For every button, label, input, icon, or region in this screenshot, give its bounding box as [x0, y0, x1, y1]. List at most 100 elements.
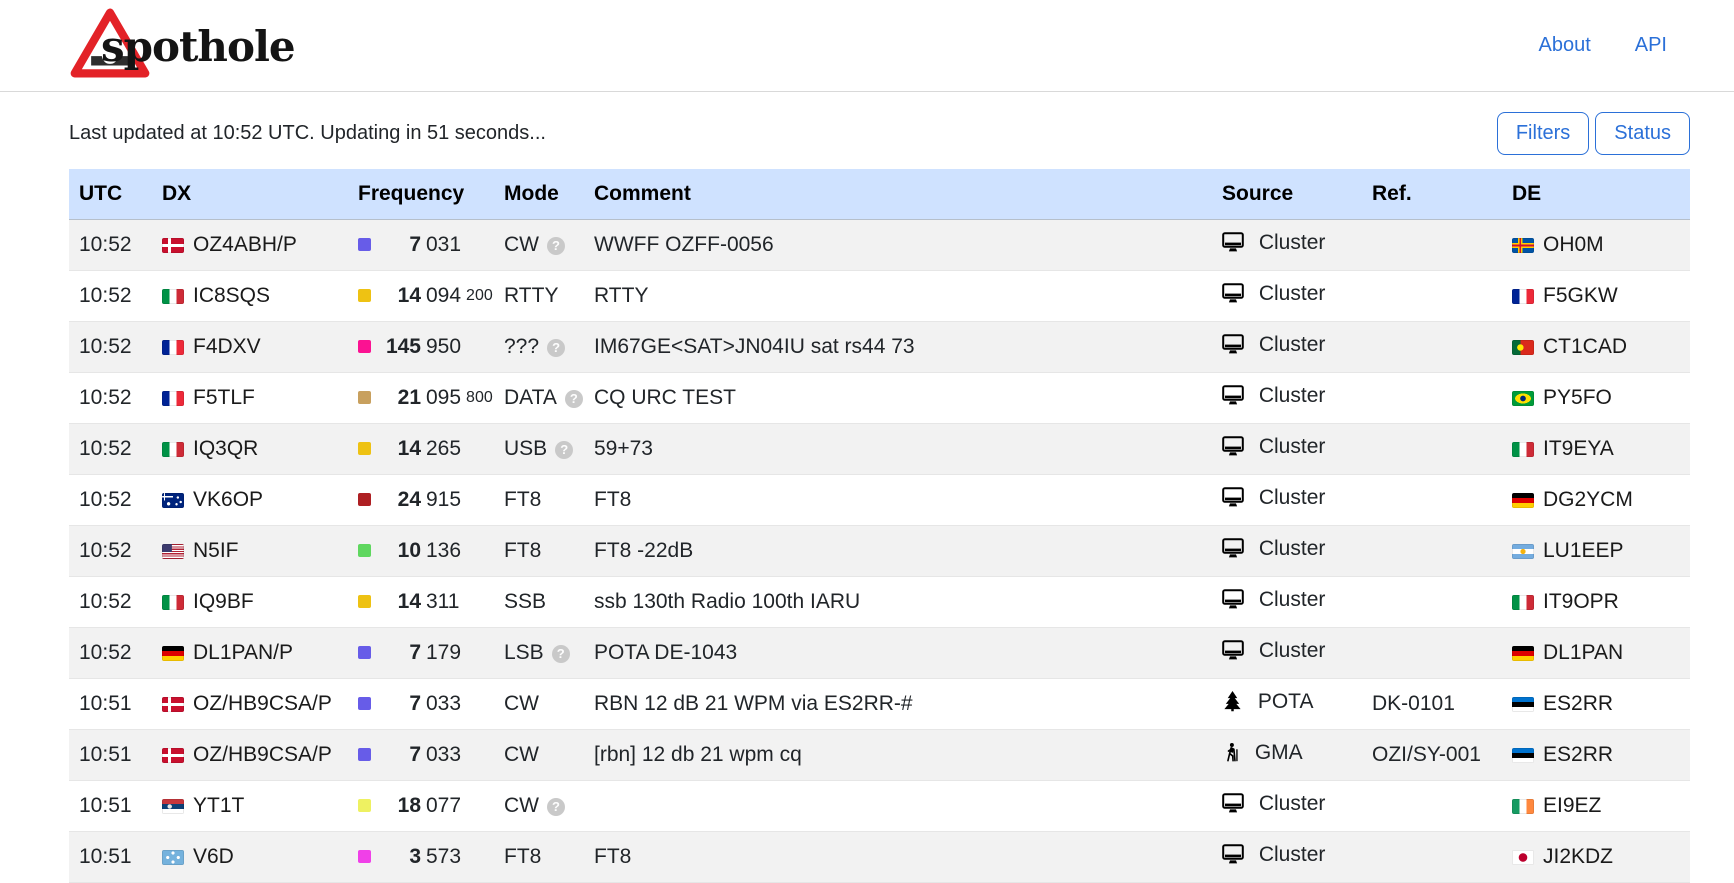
de-callsign-link[interactable]: IT9EYA: [1543, 437, 1614, 460]
mode-help-icon[interactable]: ?: [555, 441, 573, 459]
de-callsign-link[interactable]: F5GKW: [1543, 284, 1618, 307]
col-frequency-header: Frequency: [348, 169, 494, 220]
status-toolbar: Last updated at 10:52 UTC. Updating in 5…: [69, 92, 1690, 155]
nav-about-link[interactable]: About: [1538, 34, 1590, 57]
comment-text: RTTY: [584, 271, 1212, 322]
de-callsign-link[interactable]: DL1PAN: [1543, 641, 1623, 664]
mode-help-icon[interactable]: ?: [547, 237, 565, 255]
ref-label: DK-0101: [1362, 679, 1502, 730]
flag-fm-icon: [162, 850, 184, 865]
flag-ee-icon: [1512, 697, 1534, 712]
flag-it-icon: [1512, 595, 1534, 610]
dx-callsign-link[interactable]: N5IF: [193, 539, 239, 562]
flag-dk-icon: [162, 748, 184, 763]
source-cluster-icon: [1222, 538, 1244, 565]
mode-label: DATA: [504, 386, 557, 409]
source-label: GMA: [1255, 741, 1303, 764]
flag-ee-icon: [1512, 748, 1534, 763]
mode-label: CW: [504, 692, 539, 715]
page-header: spothole About API: [0, 0, 1734, 92]
frequency-mhz: 7: [378, 692, 421, 716]
source-label: POTA: [1258, 690, 1314, 713]
table-row: 10:52 IQ3QR 14 265 USB? 59+73: [69, 424, 1690, 475]
status-button[interactable]: Status: [1595, 112, 1690, 155]
comment-text: RBN 12 dB 21 WPM via ES2RR-#: [584, 679, 1212, 730]
source-label: Cluster: [1259, 435, 1326, 458]
de-callsign-link[interactable]: ES2RR: [1543, 692, 1613, 715]
frequency-khz: 094: [426, 284, 461, 308]
source-cluster-icon: [1222, 487, 1244, 514]
band-20m-indicator-icon: [358, 442, 371, 455]
flag-it-icon: [162, 442, 184, 457]
table-row: 10:51 YT1T 18 077 CW?: [69, 781, 1690, 832]
mode-help-icon[interactable]: ?: [547, 798, 565, 816]
flag-it-icon: [1512, 442, 1534, 457]
comment-text: ssb 130th Radio 100th IARU: [584, 577, 1212, 628]
flag-us-icon: [162, 544, 184, 559]
source-cluster-icon: [1222, 589, 1244, 616]
mode-help-icon[interactable]: ?: [547, 339, 565, 357]
dx-callsign-link[interactable]: F4DXV: [193, 335, 261, 358]
de-callsign-link[interactable]: ES2RR: [1543, 743, 1613, 766]
spot-time: 10:52: [69, 424, 152, 475]
comment-text: IM67GE<SAT>JN04IU sat rs44 73: [584, 322, 1212, 373]
frequency-khz: 573: [426, 845, 461, 869]
dx-callsign-link[interactable]: OZ/HB9CSA/P: [193, 692, 332, 715]
filters-button[interactable]: Filters: [1497, 112, 1589, 155]
de-callsign-link[interactable]: OH0M: [1543, 233, 1604, 256]
flag-rs-icon: [162, 799, 184, 814]
mode-help-icon[interactable]: ?: [565, 390, 583, 408]
de-callsign-link[interactable]: IT9OPR: [1543, 590, 1619, 613]
dx-callsign-link[interactable]: IQ9BF: [193, 590, 254, 613]
de-callsign-link[interactable]: LU1EEP: [1543, 539, 1624, 562]
spot-time: 10:52: [69, 220, 152, 271]
frequency-mhz: 7: [378, 233, 421, 257]
dx-callsign-link[interactable]: IQ3QR: [193, 437, 258, 460]
mode-label: CW: [504, 794, 539, 817]
nav-api-link[interactable]: API: [1635, 34, 1667, 57]
dx-callsign-link[interactable]: DL1PAN/P: [193, 641, 293, 664]
flag-dk-icon: [162, 238, 184, 253]
spot-time: 10:51: [69, 781, 152, 832]
ref-label: [1362, 628, 1502, 679]
ref-label: [1362, 373, 1502, 424]
frequency-mhz: 10: [378, 539, 421, 563]
band-20m-indicator-icon: [358, 595, 371, 608]
spot-time: 10:52: [69, 475, 152, 526]
table-row: 10:52 F5TLF 21 095 800 DATA? CQ URC TEST: [69, 373, 1690, 424]
mode-help-icon[interactable]: ?: [552, 645, 570, 663]
dx-callsign-link[interactable]: OZ4ABH/P: [193, 233, 297, 256]
source-cluster-icon: [1222, 640, 1244, 667]
dx-callsign-link[interactable]: F5TLF: [193, 386, 255, 409]
de-callsign-link[interactable]: CT1CAD: [1543, 335, 1627, 358]
comment-text: [584, 781, 1212, 832]
flag-pt-icon: [1512, 340, 1534, 355]
toolbar-buttons: Filters Status: [1497, 112, 1690, 155]
dx-callsign-link[interactable]: VK6OP: [193, 488, 263, 511]
dx-callsign-link[interactable]: V6D: [193, 845, 234, 868]
de-callsign-link[interactable]: PY5FO: [1543, 386, 1612, 409]
flag-it-icon: [162, 595, 184, 610]
ref-label: [1362, 220, 1502, 271]
spot-time: 10:52: [69, 322, 152, 373]
flag-jp-icon: [1512, 850, 1534, 865]
band-30m-indicator-icon: [358, 544, 371, 557]
de-callsign-link[interactable]: EI9EZ: [1543, 794, 1601, 817]
source-label: Cluster: [1259, 333, 1326, 356]
logo-link[interactable]: spothole: [69, 6, 295, 85]
source-label: Cluster: [1259, 231, 1326, 254]
dx-callsign-link[interactable]: OZ/HB9CSA/P: [193, 743, 332, 766]
col-de-header: DE: [1502, 169, 1690, 220]
dx-callsign-link[interactable]: IC8SQS: [193, 284, 270, 307]
table-row: 10:51 OZ/HB9CSA/P 7 033 CW RBN 12 dB 21 …: [69, 679, 1690, 730]
dx-callsign-link[interactable]: YT1T: [193, 794, 244, 817]
flag-au-icon: [162, 493, 184, 508]
de-callsign-link[interactable]: DG2YCM: [1543, 488, 1633, 511]
source-cluster-icon: [1222, 385, 1244, 412]
band-12m-indicator-icon: [358, 493, 371, 506]
col-source-header: Source: [1212, 169, 1362, 220]
comment-text: FT8: [584, 832, 1212, 883]
col-comment-header: Comment: [584, 169, 1212, 220]
de-callsign-link[interactable]: JI2KDZ: [1543, 845, 1613, 868]
frequency-khz: 915: [426, 488, 461, 512]
